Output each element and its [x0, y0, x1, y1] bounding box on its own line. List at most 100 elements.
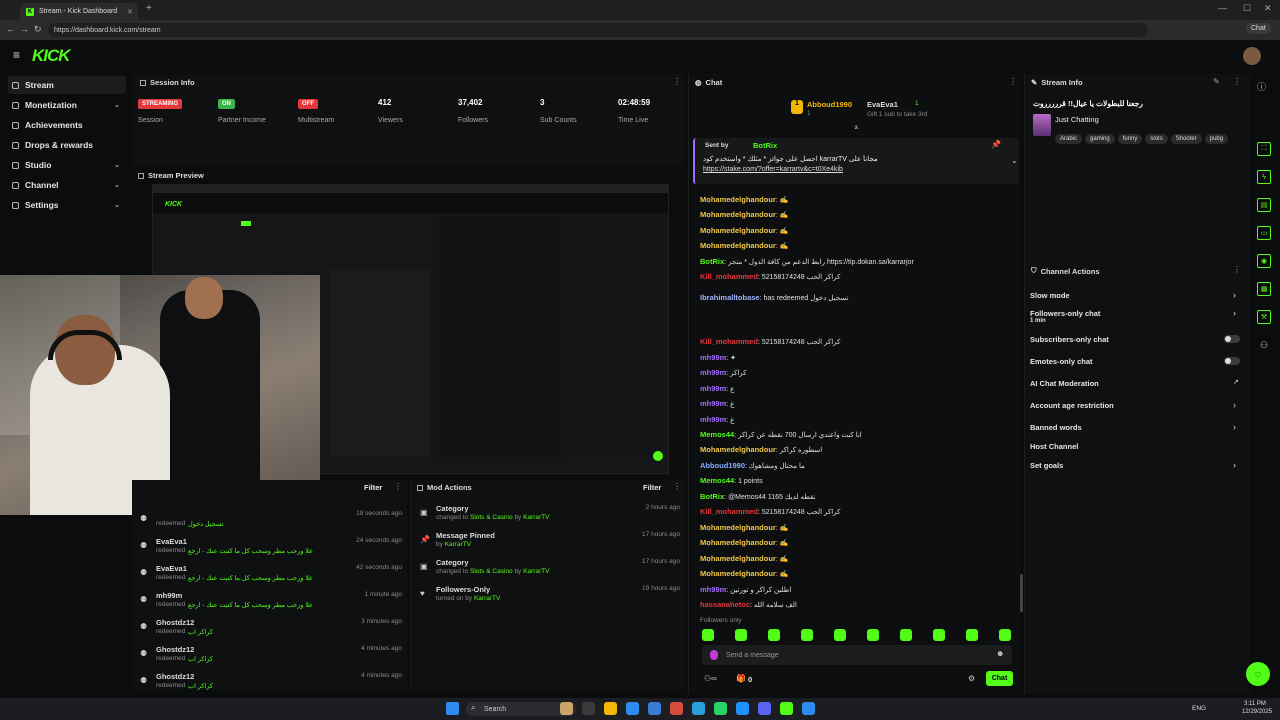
chat-message[interactable]: Kill_mohammed: 52158174248 كراكر الحب — [700, 507, 840, 516]
channel-action-account-age-restriction[interactable]: Account age restriction — [1030, 401, 1114, 410]
channel-action-ai-chat-moderation[interactable]: AI Chat Moderation — [1030, 379, 1099, 388]
chevron-right-icon[interactable]: › — [1233, 400, 1236, 410]
refresh-icon[interactable]: ↻ — [34, 24, 42, 35]
sidebar-item-stream[interactable]: Stream — [8, 76, 126, 94]
clock-time[interactable]: 3:11 PM — [1244, 701, 1266, 707]
stream-tag[interactable]: funny — [1117, 134, 1143, 144]
mod-action-row[interactable]: ▣ Category changed to Slots & Casino by Ka… — [418, 504, 680, 528]
message-icon[interactable]: ▭ — [1257, 226, 1271, 240]
more-icon[interactable]: ⋮ — [673, 77, 681, 86]
mod-action-row[interactable]: 📌 Message Pinned by KarrarTV 17 hours ago — [418, 531, 680, 555]
document-icon[interactable]: ▦ — [1257, 282, 1271, 296]
chat-message[interactable]: Kill_mohammed: 52158174248 كراكر الحب — [700, 272, 840, 281]
chat-username[interactable]: Mohamedelghandour — [700, 210, 776, 219]
chat-scrollbar[interactable] — [1020, 574, 1023, 612]
wrench-icon[interactable]: ⚒ — [1257, 310, 1271, 324]
chat-username[interactable]: mh99m — [700, 368, 726, 377]
mod-user[interactable]: KarrarTV — [523, 514, 549, 521]
points-icon[interactable]: ⚇∞ — [704, 674, 717, 683]
chat-username[interactable]: mh99m — [700, 399, 726, 408]
activity-row[interactable]: ⚉ redeemed تسجيل دخول 18 seconds ago — [140, 510, 402, 534]
activity-row[interactable]: ⚉ Ghostdz12 redeemed كراكر اب 4 minutes ago — [140, 672, 402, 696]
toggle-switch[interactable] — [1224, 357, 1240, 365]
taskbar-app-icon[interactable] — [780, 702, 793, 715]
sidebar-item-drops-rewards[interactable]: Drops & rewards — [8, 136, 126, 154]
stream-tag[interactable]: Shooter — [1170, 134, 1202, 144]
gift-cta[interactable]: Gift 1 sub to take 3rd — [867, 111, 927, 118]
chat-username[interactable]: Kill_mohammed — [700, 272, 758, 281]
channel-actions-more-icon[interactable]: ⋮ — [1233, 265, 1241, 274]
expand-icon[interactable]: ⌄ — [1011, 156, 1018, 165]
share-icon[interactable]: ⚇ — [1260, 340, 1268, 351]
taskbar-app-icon[interactable] — [758, 702, 771, 715]
activity-row[interactable]: ⚉ mh99m redeemed علا ورحب مطر وسحب كل ما كت… — [140, 591, 402, 615]
emote-icon[interactable] — [933, 629, 945, 641]
stream-tag[interactable]: gaming — [1085, 134, 1115, 144]
gift-icon[interactable]: 🎁 — [736, 674, 746, 683]
pinned-message[interactable]: Sent by BotRix احصل على جوائز * مثلك * و… — [693, 138, 1019, 184]
channel-action-followers-only-chat[interactable]: Followers-only chat — [1030, 309, 1100, 318]
taskbar-app-icon[interactable] — [802, 702, 815, 715]
chat-message[interactable]: Mohamedelghandour: ✍ — [700, 241, 788, 250]
emote-icon[interactable] — [735, 629, 747, 641]
emoji-icon[interactable]: ☻ — [996, 649, 1004, 658]
copilot-chat-button[interactable]: Chat — [1246, 23, 1271, 34]
chat-message[interactable]: Memos44: انا كنت واعندي ارسال 700 نقطه ع… — [700, 430, 862, 439]
taskbar-app-icon[interactable] — [670, 702, 683, 715]
channel-action-subscribers-only-chat[interactable]: Subscribers-only chat — [1030, 335, 1109, 344]
stream-tag[interactable]: Arabic — [1055, 134, 1083, 144]
close-window-icon[interactable]: ✕ — [1264, 3, 1272, 14]
chat-message[interactable]: Mohamedelghandour: ✍ — [700, 538, 788, 547]
chevron-right-icon[interactable]: › — [1233, 460, 1236, 470]
edit-icon[interactable]: ✎ — [1213, 77, 1220, 86]
chat-username[interactable]: mh99m — [700, 585, 726, 594]
taskbar-app-icon[interactable] — [714, 702, 727, 715]
chat-username[interactable]: Memos44 — [700, 430, 734, 439]
new-tab-icon[interactable]: + — [146, 3, 152, 14]
sidebar-item-channel[interactable]: Channel ⌄ — [8, 176, 126, 194]
chevron-right-icon[interactable]: › — [1233, 422, 1236, 432]
status-badge[interactable]: STREAMING — [138, 99, 182, 109]
channel-action-host-channel[interactable]: Host Channel — [1030, 442, 1078, 451]
mod-target[interactable]: Slots & Casino — [470, 568, 513, 575]
chat-more-icon[interactable]: ⋮ — [1009, 77, 1017, 86]
mod-target[interactable]: Slots & Casino — [470, 514, 513, 521]
collapse-icon[interactable]: ⌅ — [853, 122, 860, 131]
chat-message[interactable]: Memos44: 1 points — [700, 476, 763, 485]
taskbar-app-icon[interactable] — [560, 702, 573, 715]
kick-logo[interactable]: KICK — [32, 46, 71, 66]
chevron-right-icon[interactable]: › — [1233, 308, 1236, 318]
chat-username[interactable]: mh99m — [700, 353, 726, 362]
avatar[interactable] — [1243, 47, 1261, 65]
emote-icon[interactable] — [966, 629, 978, 641]
taskbar-app-icon[interactable] — [582, 702, 595, 715]
chat-username[interactable]: Mohamedelghandour — [700, 445, 776, 454]
emote-icon[interactable] — [900, 629, 912, 641]
activity-filter-button[interactable]: Filter — [364, 483, 382, 492]
taskbar-app-icon[interactable] — [626, 702, 639, 715]
chat-username[interactable]: hassanahetoc — [700, 600, 750, 609]
chat-message[interactable]: BotRix: رابط الدعم من كافة الدول * متجر … — [700, 257, 914, 266]
chat-username[interactable]: Memos44 — [700, 476, 734, 485]
stream-info-more-icon[interactable]: ⋮ — [1233, 77, 1241, 86]
mod-more-icon[interactable]: ⋮ — [673, 482, 681, 491]
chat-username[interactable]: mh99m — [700, 415, 726, 424]
activity-user[interactable]: Ghostdz12 — [156, 672, 194, 681]
chat-message[interactable]: mh99m: ✦ — [700, 353, 736, 362]
channel-action-banned-words[interactable]: Banned words — [1030, 423, 1082, 432]
chat-username[interactable]: Kill_mohammed — [700, 337, 758, 346]
address-bar[interactable]: https://dashboard.kick.com/stream — [48, 23, 1148, 37]
chat-message[interactable]: mh99m: اطلبن كراكر و تورتين — [700, 585, 791, 594]
sidebar-item-settings[interactable]: Settings ⌄ — [8, 196, 126, 214]
fullscreen-icon[interactable]: ⛶ — [1257, 142, 1271, 156]
pinned-link[interactable]: https://stake.com/?offer=karrartv&c=t0Xe… — [703, 166, 943, 173]
pin-icon[interactable]: 📌 — [991, 140, 1001, 149]
emote-icon[interactable] — [834, 629, 846, 641]
chat-username[interactable]: Mohamedelghandour — [700, 538, 776, 547]
stream-tag[interactable]: slots — [1145, 134, 1168, 144]
lightning-icon[interactable]: ϟ — [1257, 170, 1271, 184]
maximize-icon[interactable]: ☐ — [1243, 3, 1251, 14]
activity-user[interactable]: Ghostdz12 — [156, 645, 194, 654]
mod-user[interactable]: KarrarTV — [445, 541, 471, 548]
help-chat-icon[interactable]: ◌ — [1246, 662, 1270, 686]
